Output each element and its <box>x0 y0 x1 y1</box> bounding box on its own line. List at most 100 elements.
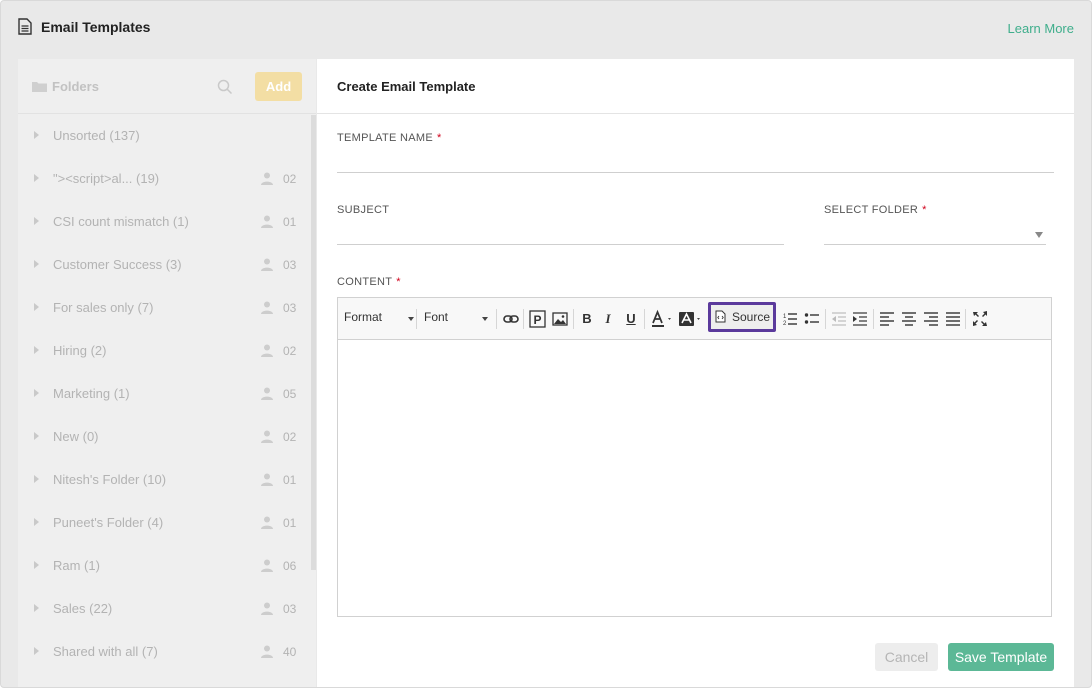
source-button[interactable]: Source <box>708 302 776 332</box>
user-icon <box>261 430 273 443</box>
shared-user-count: 40 <box>283 645 297 659</box>
italic-button[interactable]: I <box>602 309 614 329</box>
indent-icon[interactable] <box>852 309 868 329</box>
select-folder-dropdown[interactable] <box>824 223 1046 245</box>
panel-header: Create Email Template <box>317 59 1074 114</box>
expand-arrow-icon[interactable] <box>34 647 39 655</box>
chevron-down-icon <box>408 317 414 321</box>
font-dropdown[interactable]: Font <box>424 310 494 324</box>
align-right-icon[interactable] <box>924 309 938 329</box>
folder-icon <box>32 82 47 92</box>
shared-user-count: 02 <box>283 172 297 186</box>
expand-arrow-icon[interactable] <box>34 260 39 268</box>
folders-sidebar: Folders Add Unsorted (137) "><script>al.… <box>18 59 316 687</box>
search-icon[interactable] <box>217 79 233 95</box>
numbered-list-icon[interactable]: 12 <box>782 309 798 329</box>
subject-label: SUBJECT <box>337 204 390 216</box>
folder-item[interactable]: Sales (22) 03 <box>18 588 310 631</box>
user-icon <box>261 473 273 486</box>
chevron-down-icon[interactable] <box>1035 232 1043 238</box>
folder-item[interactable]: Unsorted (137) <box>18 115 310 158</box>
user-icon <box>261 645 273 658</box>
folder-item[interactable]: Nitesh's Folder (10) 01 <box>18 459 310 502</box>
underline-button[interactable]: U <box>624 309 638 329</box>
folder-name: Unsorted (137) <box>53 128 140 143</box>
expand-arrow-icon[interactable] <box>34 131 39 139</box>
outdent-icon[interactable] <box>831 309 847 329</box>
expand-arrow-icon[interactable] <box>34 432 39 440</box>
cancel-button[interactable]: Cancel <box>875 643 938 671</box>
folder-item[interactable]: Hiring (2) 02 <box>18 330 310 373</box>
select-folder-label-text: SELECT FOLDER <box>824 204 919 216</box>
folder-name: Puneet's Folder (4) <box>53 515 164 530</box>
shared-user-count: 02 <box>283 430 297 444</box>
background-color-icon[interactable] <box>678 309 704 329</box>
image-icon[interactable] <box>552 309 568 329</box>
template-name-label: TEMPLATE NAME * <box>337 132 442 144</box>
folder-item[interactable]: Shared with all (7) 40 <box>18 631 310 674</box>
user-icon <box>261 602 273 615</box>
expand-arrow-icon[interactable] <box>34 217 39 225</box>
required-mark: * <box>396 276 401 288</box>
user-icon <box>261 301 273 314</box>
editor-content-area[interactable] <box>338 341 1051 616</box>
required-mark: * <box>437 132 442 144</box>
toolbar-divider <box>416 309 417 329</box>
maximize-icon[interactable] <box>972 309 988 329</box>
user-icon <box>261 215 273 228</box>
folder-item[interactable]: For sales only (7) 03 <box>18 287 310 330</box>
expand-arrow-icon[interactable] <box>34 174 39 182</box>
folder-item[interactable]: Ram (1) 06 <box>18 545 310 588</box>
toolbar-divider <box>496 309 497 329</box>
svg-text:P: P <box>533 313 541 327</box>
folder-name: Shared with all (7) <box>53 644 158 659</box>
user-icon <box>261 258 273 271</box>
shared-user-count: 06 <box>283 559 297 573</box>
user-icon <box>261 172 273 185</box>
folder-name: Ram (1) <box>53 558 100 573</box>
editor-toolbar: Format Font P B I U Source 1 2 <box>338 298 1051 340</box>
placeholder-icon[interactable]: P <box>529 309 546 329</box>
align-left-icon[interactable] <box>880 309 894 329</box>
rich-text-editor: Format Font P B I U Source 1 2 <box>337 297 1052 617</box>
expand-arrow-icon[interactable] <box>34 303 39 311</box>
folder-name: Sales (22) <box>53 601 113 616</box>
bold-button[interactable]: B <box>580 309 594 329</box>
shared-user-count: 01 <box>283 516 297 530</box>
subject-input[interactable] <box>337 223 784 245</box>
document-icon <box>18 18 32 35</box>
folder-item[interactable]: Puneet's Folder (4) 01 <box>18 502 310 545</box>
folder-item[interactable]: CSI count mismatch (1) 01 <box>18 201 310 244</box>
format-dropdown[interactable]: Format <box>344 310 414 324</box>
expand-arrow-icon[interactable] <box>34 604 39 612</box>
folder-name: Customer Success (3) <box>53 257 182 272</box>
align-justify-icon[interactable] <box>946 309 960 329</box>
bullet-list-icon[interactable] <box>804 309 820 329</box>
folders-header: Folders Add <box>18 59 316 114</box>
content-label-text: CONTENT <box>337 276 393 288</box>
save-template-button[interactable]: Save Template <box>948 643 1054 671</box>
toolbar-divider <box>873 309 874 329</box>
add-folder-button[interactable]: Add <box>255 72 302 101</box>
expand-arrow-icon[interactable] <box>34 389 39 397</box>
folder-item[interactable]: Marketing (1) 05 <box>18 373 310 416</box>
folder-item[interactable]: Customer Success (3) 03 <box>18 244 310 287</box>
text-color-icon[interactable] <box>650 309 674 329</box>
expand-arrow-icon[interactable] <box>34 346 39 354</box>
align-center-icon[interactable] <box>902 309 916 329</box>
sidebar-scrollbar[interactable] <box>311 115 316 570</box>
toolbar-divider <box>573 309 574 329</box>
expand-arrow-icon[interactable] <box>34 561 39 569</box>
learn-more-link[interactable]: Learn More <box>1008 21 1074 36</box>
svg-text:1: 1 <box>783 314 787 320</box>
link-icon[interactable] <box>503 309 519 329</box>
create-template-panel: Create Email Template TEMPLATE NAME * SUB… <box>317 59 1074 687</box>
expand-arrow-icon[interactable] <box>34 475 39 483</box>
folder-item[interactable]: "><script>al... (19) 02 <box>18 158 310 201</box>
folder-item[interactable]: New (0) 02 <box>18 416 310 459</box>
template-name-input[interactable] <box>337 151 1054 173</box>
shared-user-count: 02 <box>283 344 297 358</box>
page-header: Email Templates Learn More <box>1 1 1091 59</box>
expand-arrow-icon[interactable] <box>34 518 39 526</box>
source-button-label: Source <box>732 310 771 324</box>
